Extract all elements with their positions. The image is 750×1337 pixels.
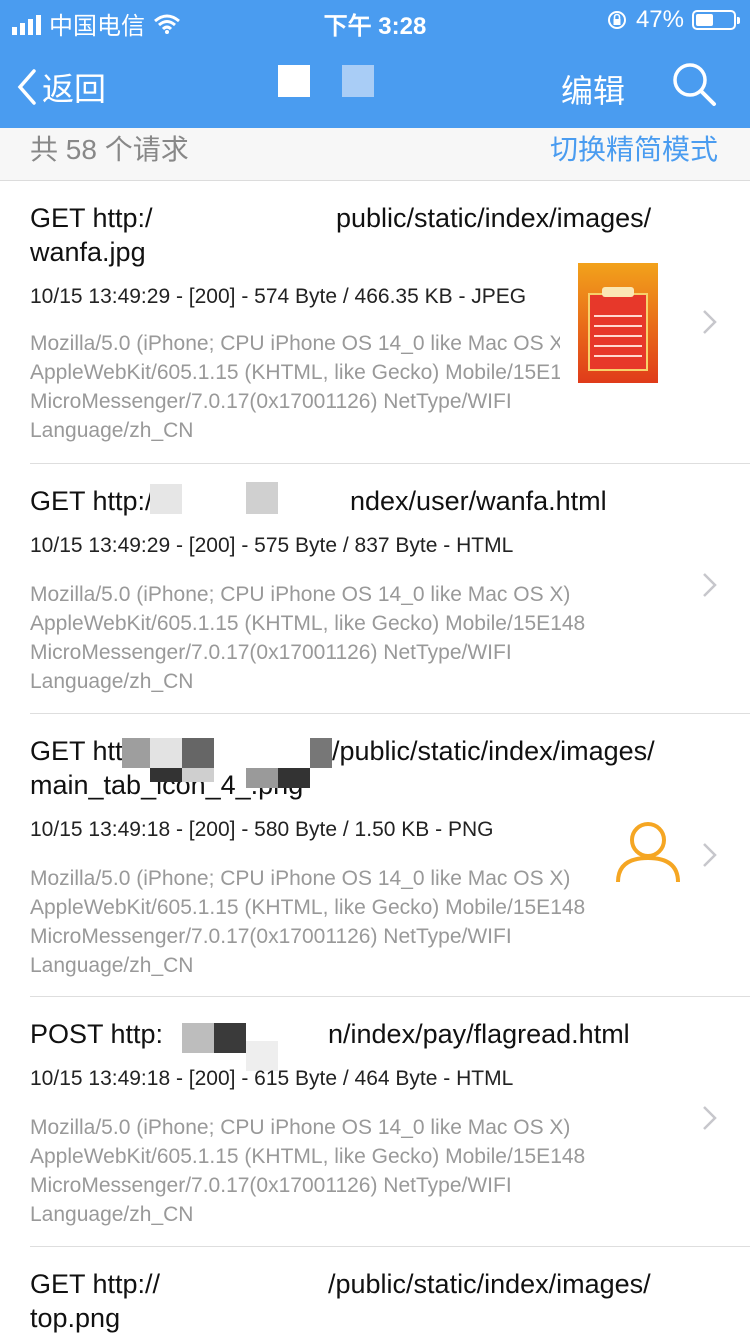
url-path: ndex/user/wanfa.html	[350, 486, 607, 516]
request-url: GET http:// /public/static/index/images/	[30, 1267, 670, 1301]
ua-line: AppleWebKit/605.1.15 (KHTML, like Gecko)…	[30, 1145, 586, 1168]
request-url-line2: top.png	[30, 1303, 121, 1333]
ua-line: Language/zh_CN	[30, 954, 194, 977]
user-agent: Mozilla/5.0 (iPhone; CPU iPhone OS 14_0 …	[30, 1113, 670, 1229]
battery-icon	[692, 10, 740, 30]
nav-title-placeholder	[278, 65, 374, 97]
redaction-block	[310, 738, 332, 768]
edit-button[interactable]: 编辑	[561, 66, 625, 112]
list-item[interactable]: GET http:// /public/static/index/images/…	[0, 1247, 750, 1337]
ua-line: Language/zh_CN	[30, 1203, 194, 1226]
request-url-line2: wanfa.jpg	[30, 237, 146, 267]
request-meta: 10/15 13:49:29 - [200] - 574 Byte / 466.…	[30, 285, 527, 308]
url-path: /public/static/index/images/	[328, 1269, 651, 1299]
request-list: GET http:/ public/static/index/images/ w…	[0, 181, 750, 1337]
top-bar: 中国电信 下午 3:28 47% 返回 编辑	[0, 0, 750, 128]
chevron-right-icon	[703, 1106, 717, 1130]
request-url: GET http:/ ndex/user/wanfa.html	[30, 484, 670, 518]
chevron-right-icon	[703, 310, 717, 334]
url-scheme: POST http:	[30, 1019, 164, 1049]
ua-line: Mozilla/5.0 (iPhone; CPU iPhone OS 14_0 …	[30, 583, 571, 606]
request-meta: 10/15 13:49:18 - [200] - 580 Byte / 1.50…	[30, 818, 494, 841]
back-label: 返回	[42, 71, 107, 107]
redaction-block	[182, 738, 214, 768]
list-item[interactable]: GET http:/ ndex/user/wanfa.html 10/15 13…	[0, 464, 750, 714]
user-icon	[616, 822, 680, 883]
request-summary-bar: 共 58 个请求 切换精简模式	[0, 128, 750, 181]
ua-line: Language/zh_CN	[30, 419, 194, 442]
request-meta: 10/15 13:49:29 - [200] - 575 Byte / 837 …	[30, 534, 514, 557]
navigation-bar: 返回 编辑	[0, 52, 750, 122]
ua-line: MicroMessenger/7.0.17(0x17001126) NetTyp…	[30, 641, 512, 664]
ua-line: Language/zh_CN	[30, 670, 194, 693]
chevron-left-icon	[17, 69, 36, 105]
chevron-right-icon	[703, 573, 717, 597]
search-icon[interactable]	[670, 60, 718, 108]
rotation-lock-icon	[607, 11, 626, 29]
url-scheme: GET http:/	[30, 486, 153, 516]
request-url: GET http:/ public/static/index/images/	[30, 201, 670, 235]
ua-line: MicroMessenger/7.0.17(0x17001126) NetTyp…	[30, 925, 512, 948]
user-agent: Mozilla/5.0 (iPhone; CPU iPhone OS 14_0 …	[30, 580, 670, 696]
ua-line: MicroMessenger/7.0.17(0x17001126) NetTyp…	[30, 1174, 512, 1197]
redaction-block	[246, 768, 278, 788]
request-url: POST http: n/index/pay/flagread.html	[30, 1017, 670, 1051]
redaction-block	[214, 1023, 246, 1053]
redaction-block	[150, 768, 182, 782]
red-banner-image	[578, 263, 658, 383]
redaction-block	[150, 484, 182, 514]
request-url-line2: main_tab_icon_4_.png	[30, 770, 304, 800]
url-scheme: GET http://	[30, 1269, 161, 1299]
status-bar: 中国电信 下午 3:28 47%	[0, 0, 750, 40]
redaction-block	[182, 768, 214, 782]
redaction-block	[182, 1023, 214, 1053]
ua-line: Mozilla/5.0 (iPhone; CPU iPhone OS 14_0 …	[30, 1116, 571, 1139]
user-agent: Mozilla/5.0 (iPhone; CPU iPhone OS 14_0 …	[30, 329, 560, 445]
ua-line: AppleWebKit/605.1.15 (KHTML, like Gecko)…	[30, 361, 560, 384]
url-path: public/static/index/images/	[336, 203, 652, 233]
ua-line: AppleWebKit/605.1.15 (KHTML, like Gecko)…	[30, 612, 586, 635]
list-item[interactable]: POST http: n/index/pay/flagread.html 10/…	[0, 997, 750, 1247]
user-agent: Mozilla/5.0 (iPhone; CPU iPhone OS 14_0 …	[30, 864, 620, 980]
back-button[interactable]: 返回	[14, 64, 106, 110]
chevron-right-icon	[703, 843, 717, 867]
url-path: /public/static/index/images/	[332, 736, 655, 766]
request-meta: 10/15 13:49:18 - [200] - 615 Byte / 464 …	[30, 1067, 514, 1090]
title-square-light	[342, 65, 374, 97]
title-square-white	[278, 65, 310, 97]
redaction-block	[246, 482, 278, 514]
ua-line: MicroMessenger/7.0.17(0x17001126) NetTyp…	[30, 390, 512, 413]
ua-line: AppleWebKit/605.1.15 (KHTML, like Gecko)…	[30, 896, 586, 919]
url-scheme: GET http:/	[30, 203, 153, 233]
ua-line: Mozilla/5.0 (iPhone; CPU iPhone OS 14_0 …	[30, 867, 571, 890]
ua-line: Mozilla/5.0 (iPhone; CPU iPhone OS 14_0 …	[30, 332, 560, 355]
list-item[interactable]: GET http /public/static/index/images/ ma…	[0, 714, 750, 997]
url-path: n/index/pay/flagread.html	[328, 1019, 630, 1049]
battery-percent: 47%	[635, 6, 684, 33]
request-count: 共 58 个请求	[30, 134, 189, 165]
redaction-block	[278, 768, 310, 788]
toggle-compact-mode-button[interactable]: 切换精简模式	[550, 128, 718, 168]
redaction-block	[150, 738, 182, 768]
list-item[interactable]: GET http:/ public/static/index/images/ w…	[0, 181, 750, 464]
